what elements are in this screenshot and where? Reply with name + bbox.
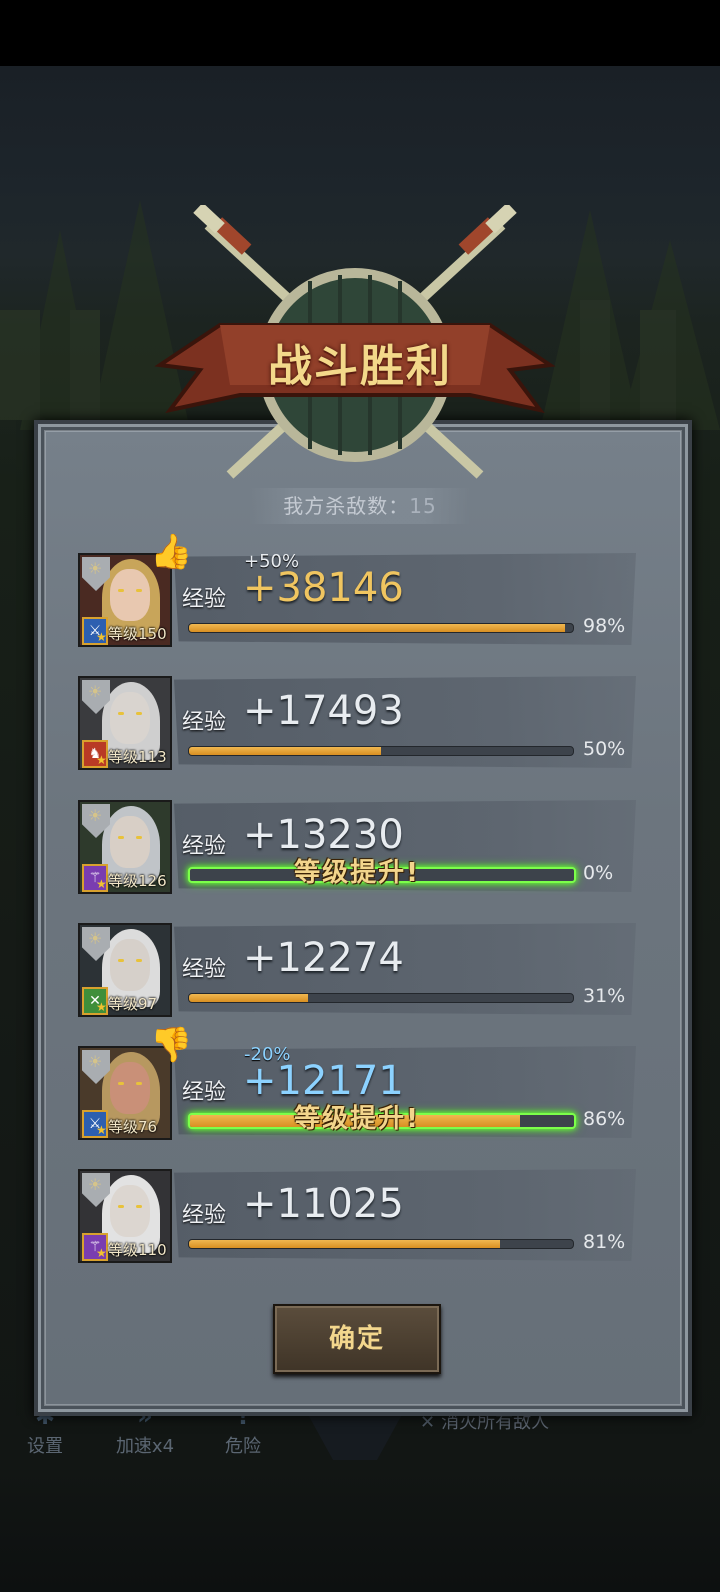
exp-label: 经验 — [182, 1203, 227, 1228]
star-icon: ★ — [96, 1246, 107, 1260]
hero-eye — [136, 959, 142, 962]
hero-face — [110, 1185, 150, 1237]
exp-progress-fill — [189, 624, 566, 632]
exp-progress-bar — [188, 623, 574, 633]
hero-eye — [118, 1082, 124, 1085]
exp-progress-bar — [188, 746, 574, 756]
rooster-class-icon: ♞ ★ — [82, 740, 108, 768]
star-icon: ★ — [96, 1000, 107, 1014]
hero-level: 等级97 — [108, 995, 158, 1013]
hero-result-row: ⚔★ 等级76 👎 -20% 经验 +12171 等级提升! 86% — [78, 1025, 636, 1142]
hero-eye — [136, 712, 142, 715]
hero-eye — [118, 712, 124, 715]
hero-result-row: ⚚★ 等级126 经验 +13230 等级提升! 0% — [78, 800, 636, 896]
exp-label: 经验 — [182, 957, 227, 982]
victory-title: 战斗胜利 — [268, 341, 452, 392]
star-icon: ★ — [96, 753, 107, 767]
thumbs-down-icon: 👎 — [150, 1025, 193, 1065]
danger-label: 危险 — [225, 1436, 261, 1457]
hero-level: 等级150 — [108, 625, 167, 643]
star-icon: ★ — [96, 630, 107, 644]
hero-portrait[interactable]: ♞★ 等级113 — [78, 676, 172, 770]
level-up-text: 等级提升! — [294, 858, 420, 888]
hero-eye — [118, 959, 124, 962]
settings-label: 设置 — [27, 1436, 63, 1457]
exp-progress-bar — [188, 1239, 574, 1249]
kill-count-label: 我方杀敌数： — [283, 494, 410, 518]
exp-label: 经验 — [182, 710, 227, 735]
exp-progress-fill — [189, 1240, 501, 1248]
exp-gain: +17493 — [243, 688, 404, 734]
hero-result-row: ✕★ 等级97 经验 +12274 31% — [78, 923, 636, 1019]
level-up-text: 等级提升! — [294, 1104, 420, 1134]
staff-class-icon: ⚚ ★ — [82, 1233, 108, 1261]
kill-count-value: 15 — [409, 494, 437, 518]
exp-progress-fill — [189, 994, 309, 1002]
exp-label: 经验 — [182, 587, 227, 612]
hero-level: 等级113 — [108, 748, 167, 766]
hero-result-row: ⚚★ 等级110 经验 +11025 81% — [78, 1169, 636, 1265]
exp-gain: +11025 — [243, 1181, 404, 1227]
hero-eye — [118, 589, 124, 592]
exp-gain: +38146 — [243, 565, 404, 611]
status-bar — [0, 0, 720, 66]
hero-result-row: ⚔★ 等级150 👍 +50% 经验 +38146 98% — [78, 532, 636, 649]
hero-portrait[interactable]: ✕★ 等级97 — [78, 923, 172, 1017]
thumbs-up-icon: 👍 — [150, 532, 193, 572]
hero-eye — [136, 1205, 142, 1208]
hero-eye — [136, 836, 142, 839]
hero-result-row: ♞★ 等级113 经验 +17493 50% — [78, 676, 636, 772]
hero-eye — [136, 1082, 142, 1085]
hero-face — [110, 569, 150, 621]
exp-percent: 86% — [583, 1108, 626, 1130]
hero-eye — [118, 836, 124, 839]
crossed-swords-class-icon: ✕ ★ — [82, 987, 108, 1015]
exp-percent: 31% — [583, 985, 626, 1007]
sword-class-icon: ⚔ ★ — [82, 617, 108, 645]
exp-percent: 98% — [583, 615, 626, 637]
hero-face — [110, 939, 150, 991]
kill-count: 我方杀敌数：15 — [250, 488, 470, 524]
exp-percent: 0% — [583, 862, 614, 884]
exp-percent: 50% — [583, 738, 626, 760]
confirm-button[interactable]: 确定 — [273, 1304, 441, 1374]
exp-progress-bar — [188, 993, 574, 1003]
hero-level: 等级110 — [108, 1241, 167, 1259]
hero-eye — [136, 589, 142, 592]
speed-label: 加速x4 — [115, 1436, 175, 1457]
exp-progress-fill — [189, 747, 381, 755]
exp-percent: 81% — [583, 1231, 626, 1253]
exp-gain: +12274 — [243, 935, 404, 981]
hero-eye — [118, 1205, 124, 1208]
hero-portrait[interactable]: ⚚★ 等级110 — [78, 1169, 172, 1263]
hero-face — [110, 692, 150, 744]
